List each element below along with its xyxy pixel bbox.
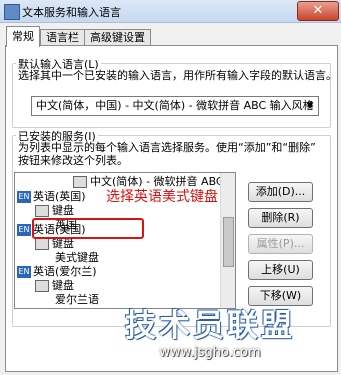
tree-item-english-uk[interactable]: EN 英语(英国) — [17, 190, 86, 204]
tab-language-bar[interactable]: 语言栏 — [40, 29, 85, 46]
language-badge-icon: EN — [17, 266, 31, 278]
move-up-button[interactable]: 上移(U) — [248, 260, 313, 280]
tree-item-us-keyboard[interactable]: 美式键盘 — [55, 251, 99, 265]
keyboard-icon — [35, 280, 49, 292]
language-badge-icon: EN — [17, 224, 31, 236]
keyboard-icon — [35, 238, 49, 250]
tab-advanced-key-settings[interactable]: 高级键设置 — [84, 29, 151, 46]
watermark: 技术员联盟 www.jsgho.com — [110, 300, 310, 370]
remove-button[interactable]: 删除(R) — [248, 208, 313, 228]
default-language-description: 选择其中一个已安装的输入语言，用作所有输入字段的默认语言。 — [18, 69, 337, 82]
title-bar: 文本服务和输入语言 ✕ — [0, 0, 341, 23]
close-button[interactable]: ✕ — [297, 1, 339, 21]
properties-button[interactable]: 属性(P)... — [248, 234, 313, 254]
default-language-value: 中文(简体，中国) - 中文(简体) - 微软拼音 ABC 输入风格 — [36, 99, 314, 112]
add-button[interactable]: 添加(D)... — [248, 182, 313, 202]
language-badge-icon: EN — [17, 191, 31, 203]
app-icon — [4, 4, 20, 20]
tree-item-english-ireland[interactable]: EN 英语(爱尔兰) — [17, 265, 97, 279]
keyboard-icon — [73, 176, 87, 188]
watermark-title: 技术员联盟 — [125, 308, 295, 344]
keyboard-icon — [35, 205, 49, 217]
tree-scrollbar[interactable] — [220, 173, 235, 308]
tree-item-keyboard[interactable]: 键盘 — [35, 204, 74, 218]
chevron-down-icon[interactable]: ▼ — [302, 97, 318, 115]
watermark-url: www.jsgho.com — [159, 345, 261, 360]
tab-general[interactable]: 常规 — [6, 26, 40, 47]
tree-item-keyboard[interactable]: 键盘 — [35, 237, 74, 251]
tree-item-keyboard[interactable]: 键盘 — [35, 279, 74, 293]
scrollbar-thumb[interactable] — [223, 217, 234, 267]
default-language-select[interactable]: 中文(简体，中国) - 中文(简体) - 微软拼音 ABC 输入风格 ▼ — [31, 96, 319, 116]
annotation-callout: 选择英语美式键盘 — [106, 189, 218, 205]
tree-item-irish-keyboard[interactable]: 爱尔兰语 — [55, 293, 99, 307]
installed-services-description-1: 为列表中显示的每个输入语言选择服务。使用“添加”和“删除” — [18, 141, 316, 154]
window-title: 文本服务和输入语言 — [22, 6, 121, 19]
selection-highlight-box — [32, 218, 144, 239]
installed-services-description-2: 按钮来修改这个列表。 — [18, 154, 128, 167]
